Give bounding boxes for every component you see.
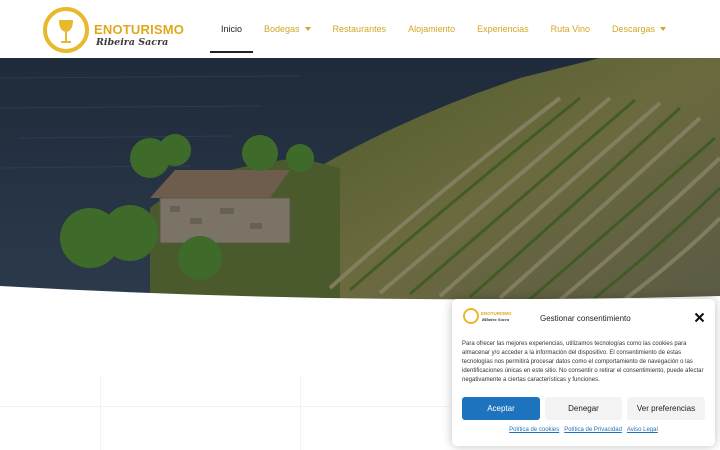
consent-logo-title: ENOTURISMO [481,311,512,316]
nav-label: Ruta Vino [550,24,591,34]
consent-links: Política de cookies Política de Privacid… [452,427,715,433]
nav-label: Inicio [221,24,243,34]
consent-title: Gestionar consentimiento [540,314,631,323]
logo-emblem [463,308,479,324]
nav-label: Bodegas [264,24,300,34]
nav-label: Descargas [612,24,656,34]
privacy-policy-link[interactable]: Política de Privacidad [564,427,622,433]
chevron-down-icon [660,27,667,31]
hero-image [0,58,720,306]
cookie-consent-dialog: ENOTURISMO Ribeira Sacra Gestionar conse… [452,299,715,446]
vineyard-terraces-image [0,58,720,306]
page: ENOTURISMO Ribeira Sacra Inicio Bodegas … [0,0,720,450]
nav-item-experiencias[interactable]: Experiencias [466,0,540,58]
wine-glass-icon [59,20,73,43]
nav-item-descargas[interactable]: Descargas [601,0,677,58]
accept-button[interactable]: Aceptar [462,397,540,420]
consent-logo-subtitle: Ribeira Sacra [482,318,510,322]
consent-logo: ENOTURISMO Ribeira Sacra [463,308,512,325]
legal-notice-link[interactable]: Aviso Legal [627,427,658,433]
main-nav: Inicio Bodegas Restaurantes Alojamiento … [210,0,677,58]
nav-item-restaurantes[interactable]: Restaurantes [322,0,398,58]
site-header: ENOTURISMO Ribeira Sacra Inicio Bodegas … [0,0,720,58]
divider [100,376,101,450]
divider [0,406,450,407]
deny-button[interactable]: Denegar [545,397,622,420]
nav-item-inicio[interactable]: Inicio [210,0,254,58]
view-preferences-button[interactable]: Ver preferencias [627,397,705,420]
nav-label: Restaurantes [332,24,387,34]
close-icon[interactable] [694,312,705,323]
nav-item-alojamiento[interactable]: Alojamiento [397,0,466,58]
site-logo[interactable]: ENOTURISMO Ribeira Sacra [43,7,184,53]
nav-label: Experiencias [477,24,529,34]
logo-emblem [43,7,89,53]
nav-item-bodegas[interactable]: Bodegas [253,0,322,58]
logo-subtitle: Ribeira Sacra [96,37,169,48]
logo-title: ENOTURISMO [94,22,185,37]
cookie-policy-link[interactable]: Política de cookies [509,427,559,433]
nav-label: Alojamiento [408,24,456,34]
divider [300,376,301,450]
chevron-down-icon [304,27,311,31]
nav-item-ruta-vino[interactable]: Ruta Vino [540,0,601,58]
consent-description: Para ofrecer las mejores experiencias, u… [462,341,704,383]
